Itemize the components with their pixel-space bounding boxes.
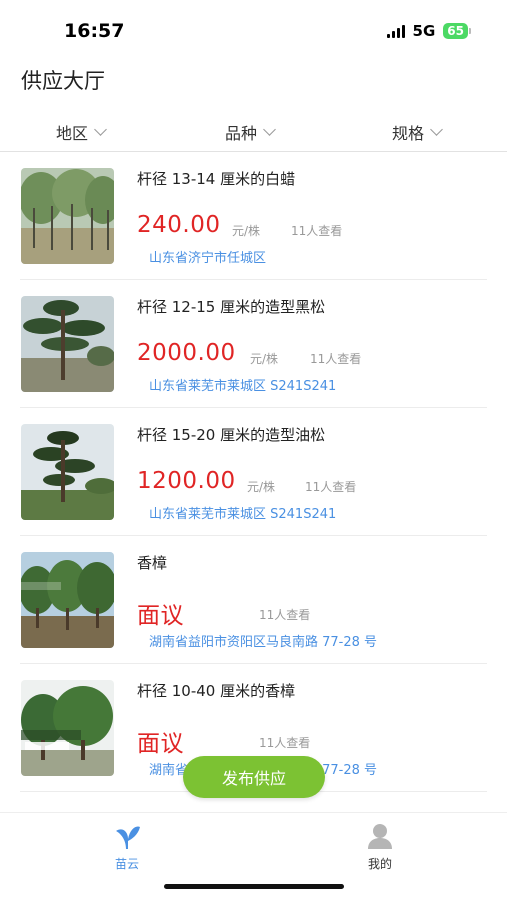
listing-location: 山东省莱芜市莱城区 S241S241: [149, 507, 337, 522]
ash-trees-photo-icon: [21, 168, 114, 264]
network-label: 5G: [412, 22, 436, 40]
chevron-down-icon: [263, 122, 276, 136]
listing-title: 杆径 12-15 厘米的造型黑松: [137, 298, 326, 316]
listing-price: 面议: [137, 603, 184, 629]
filter-spec-label: 规格: [392, 124, 425, 143]
tab-home[interactable]: 苗云: [97, 821, 157, 872]
person-icon: [368, 824, 392, 849]
listing-unit: 元/株: [250, 352, 279, 366]
supply-list[interactable]: 杆径 13-14 厘米的白蜡 240.00 元/株 11人查看 山东省济宁市任城…: [0, 152, 507, 812]
black-pine-photo-icon: [21, 296, 114, 392]
listing-price: 240.00: [137, 212, 221, 238]
listing-title: 杆径 10-40 厘米的香樟: [137, 682, 296, 700]
list-item[interactable]: 杆径 13-14 厘米的白蜡 240.00 元/株 11人查看 山东省济宁市任城…: [0, 152, 507, 280]
filter-variety[interactable]: 品种: [225, 120, 276, 144]
tab-mine[interactable]: 我的: [350, 821, 410, 872]
listing-title: 香樟: [137, 554, 168, 572]
listing-views: 11人查看: [310, 352, 362, 366]
listing-unit: 元/株: [247, 480, 276, 494]
status-time: 16:57: [64, 20, 125, 42]
listing-price: 面议: [137, 731, 184, 757]
page-title: 供应大厅: [21, 69, 105, 93]
listing-title: 杆径 13-14 厘米的白蜡: [137, 170, 296, 188]
status-bar: 16:57 5G 65: [0, 0, 507, 58]
filter-spec[interactable]: 规格: [392, 120, 443, 144]
tab-mine-label: 我的: [367, 857, 392, 871]
publish-supply-button[interactable]: 发布供应: [183, 756, 325, 798]
sprout-icon: [116, 826, 140, 849]
filter-bar: 地区 品种 规格: [0, 112, 507, 152]
listing-price: 1200.00: [137, 468, 236, 494]
camphor-trees-photo-icon: [21, 552, 114, 648]
tab-home-label: 苗云: [114, 857, 139, 871]
listing-views: 11人查看: [259, 736, 311, 750]
listing-views: 11人查看: [291, 224, 343, 238]
list-item[interactable]: 杆径 12-15 厘米的造型黑松 2000.00 元/株 11人查看 山东省莱芜…: [0, 280, 507, 408]
filter-region[interactable]: 地区: [56, 120, 107, 144]
chevron-down-icon: [430, 122, 443, 136]
battery-level: 65: [443, 23, 468, 39]
listing-location: 山东省莱芜市莱城区 S241S241: [149, 379, 337, 394]
list-item[interactable]: 香樟 面议 11人查看 湖南省益阳市资阳区马良南路 77-28 号: [0, 536, 507, 664]
filter-region-label: 地区: [56, 124, 89, 143]
listing-views: 11人查看: [305, 480, 357, 494]
signal-icon: [386, 24, 405, 38]
listing-price: 2000.00: [137, 340, 236, 366]
status-icons: 5G 65: [386, 22, 471, 40]
chinese-pine-photo-icon: [21, 424, 114, 520]
list-item[interactable]: 杆径 15-20 厘米的造型油松 1200.00 元/株 11人查看 山东省莱芜…: [0, 408, 507, 536]
chevron-down-icon: [94, 122, 107, 136]
listing-title: 杆径 15-20 厘米的造型油松: [137, 426, 326, 444]
battery-icon: 65: [443, 23, 471, 39]
home-indicator: [164, 884, 344, 889]
listing-unit: 元/株: [232, 224, 261, 238]
listing-location: 湖南省益阳市资阳区马良南路 77-28 号: [149, 635, 378, 650]
listing-views: 11人查看: [259, 608, 311, 622]
camphor-tree-photo-icon: [21, 680, 114, 776]
listing-location: 山东省济宁市任城区: [149, 251, 267, 266]
filter-variety-label: 品种: [225, 124, 258, 143]
